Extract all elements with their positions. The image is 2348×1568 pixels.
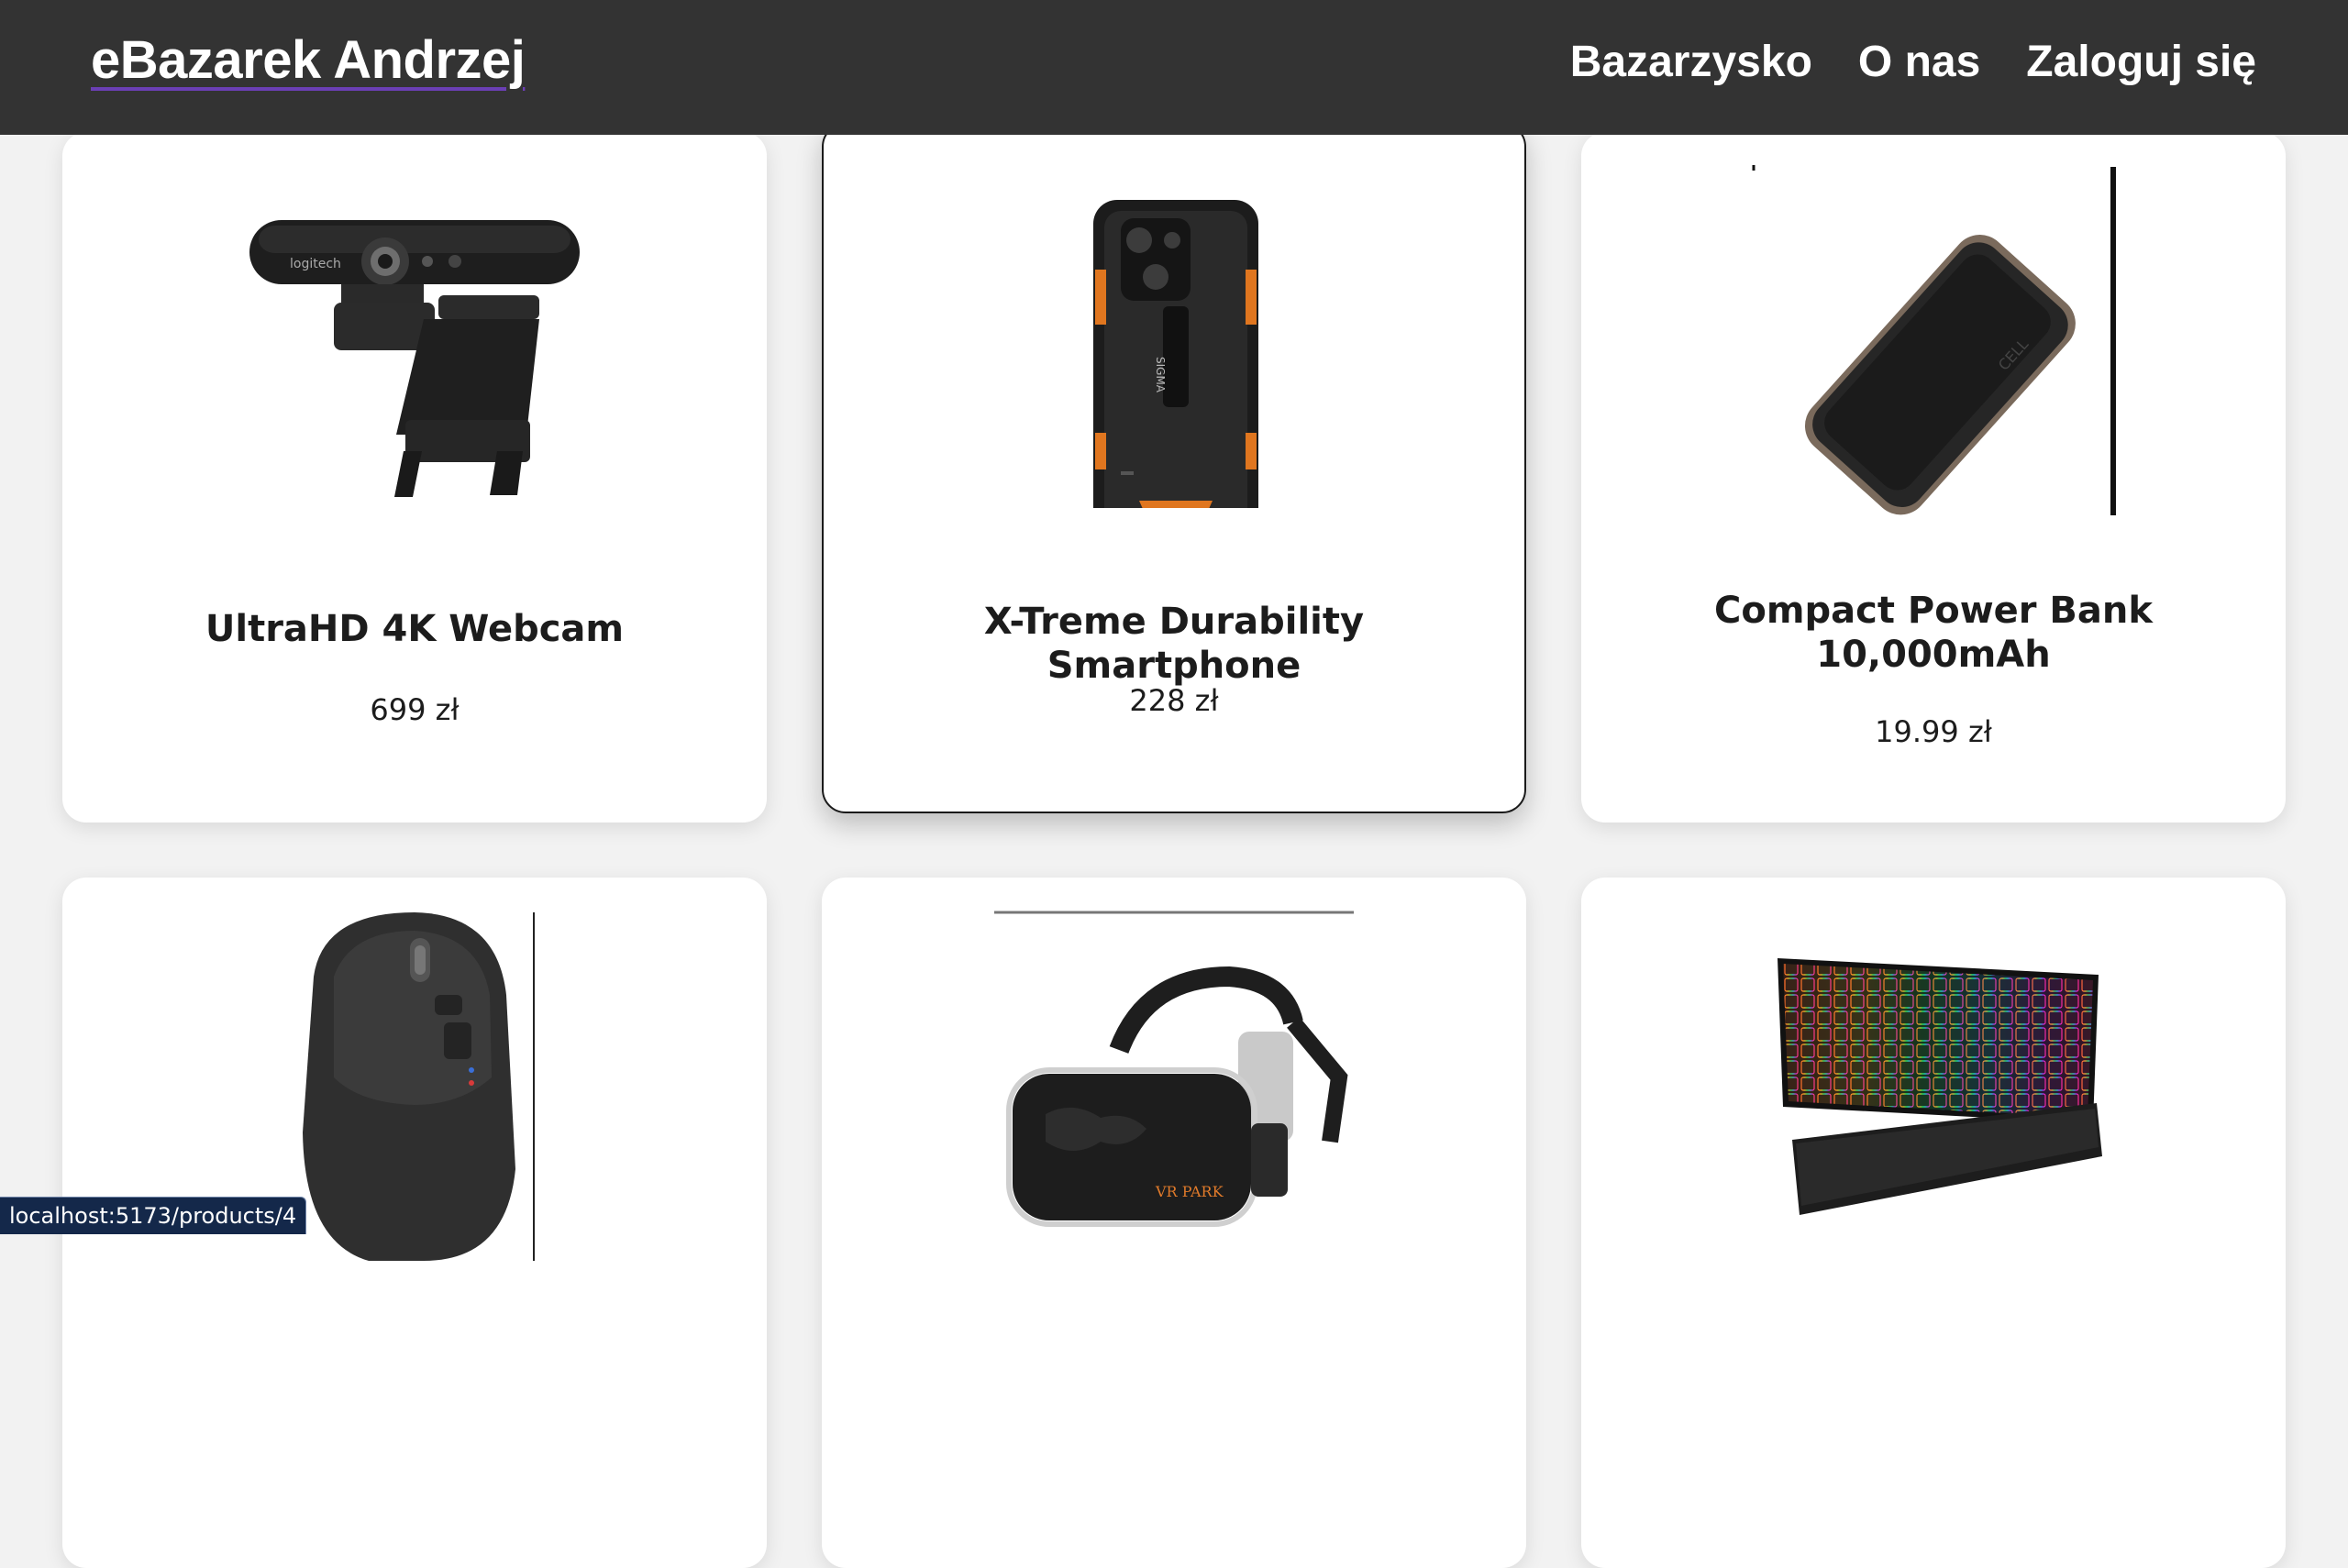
product-card-power-bank[interactable]: CELL Compact Power Bank 10,000mAh 19.99 …	[1581, 132, 2286, 823]
svg-text:SIGMA: SIGMA	[1154, 357, 1167, 393]
product-card-smartphone[interactable]: SIGMA X-Treme Durability Smartphone 228 …	[822, 123, 1526, 813]
status-bar-url: localhost:5173/products/4	[0, 1197, 306, 1234]
svg-text:logitech: logitech	[290, 257, 341, 271]
product-title: UltraHD 4K Webcam	[90, 607, 739, 651]
nav-links: Bazarzysko O nas Zaloguj się	[1570, 33, 2256, 92]
product-card-webcam[interactable]: logitech UltraHD 4K Webcam 699 zł	[62, 132, 767, 823]
nav-link-bazarzysko[interactable]: Bazarzysko	[1570, 33, 1812, 92]
product-price: 19.99 zł	[1609, 713, 2258, 750]
product-price: 699 zł	[90, 691, 739, 728]
product-price: 228 zł	[851, 682, 1497, 719]
product-title: Compact Power Bank 10,000mAh	[1609, 589, 2258, 677]
svg-text:VR PARK: VR PARK	[1155, 1183, 1224, 1200]
nav-link-login[interactable]: Zaloguj się	[2026, 33, 2256, 92]
keyboard-icon	[1750, 894, 2117, 1261]
vr-headset-icon: VR PARK	[991, 894, 1357, 1261]
power-bank-icon: CELL	[1750, 149, 2117, 515]
product-grid: logitech UltraHD 4K Webcam 699 zł	[0, 0, 2348, 1234]
nav-link-about[interactable]: O nas	[1858, 33, 1980, 92]
top-navbar: eBazarek Andrzej Bazarzysko O nas Zalogu…	[0, 0, 2348, 135]
webcam-icon: logitech	[231, 149, 598, 515]
smartphone-icon: SIGMA	[992, 141, 1359, 508]
product-card-keyboard[interactable]	[1581, 878, 2286, 1568]
product-card-vr-headset[interactable]: VR PARK	[822, 878, 1526, 1568]
brand-logo-link[interactable]: eBazarek Andrzej	[91, 28, 525, 94]
product-title: X-Treme Durability Smartphone	[851, 600, 1497, 688]
